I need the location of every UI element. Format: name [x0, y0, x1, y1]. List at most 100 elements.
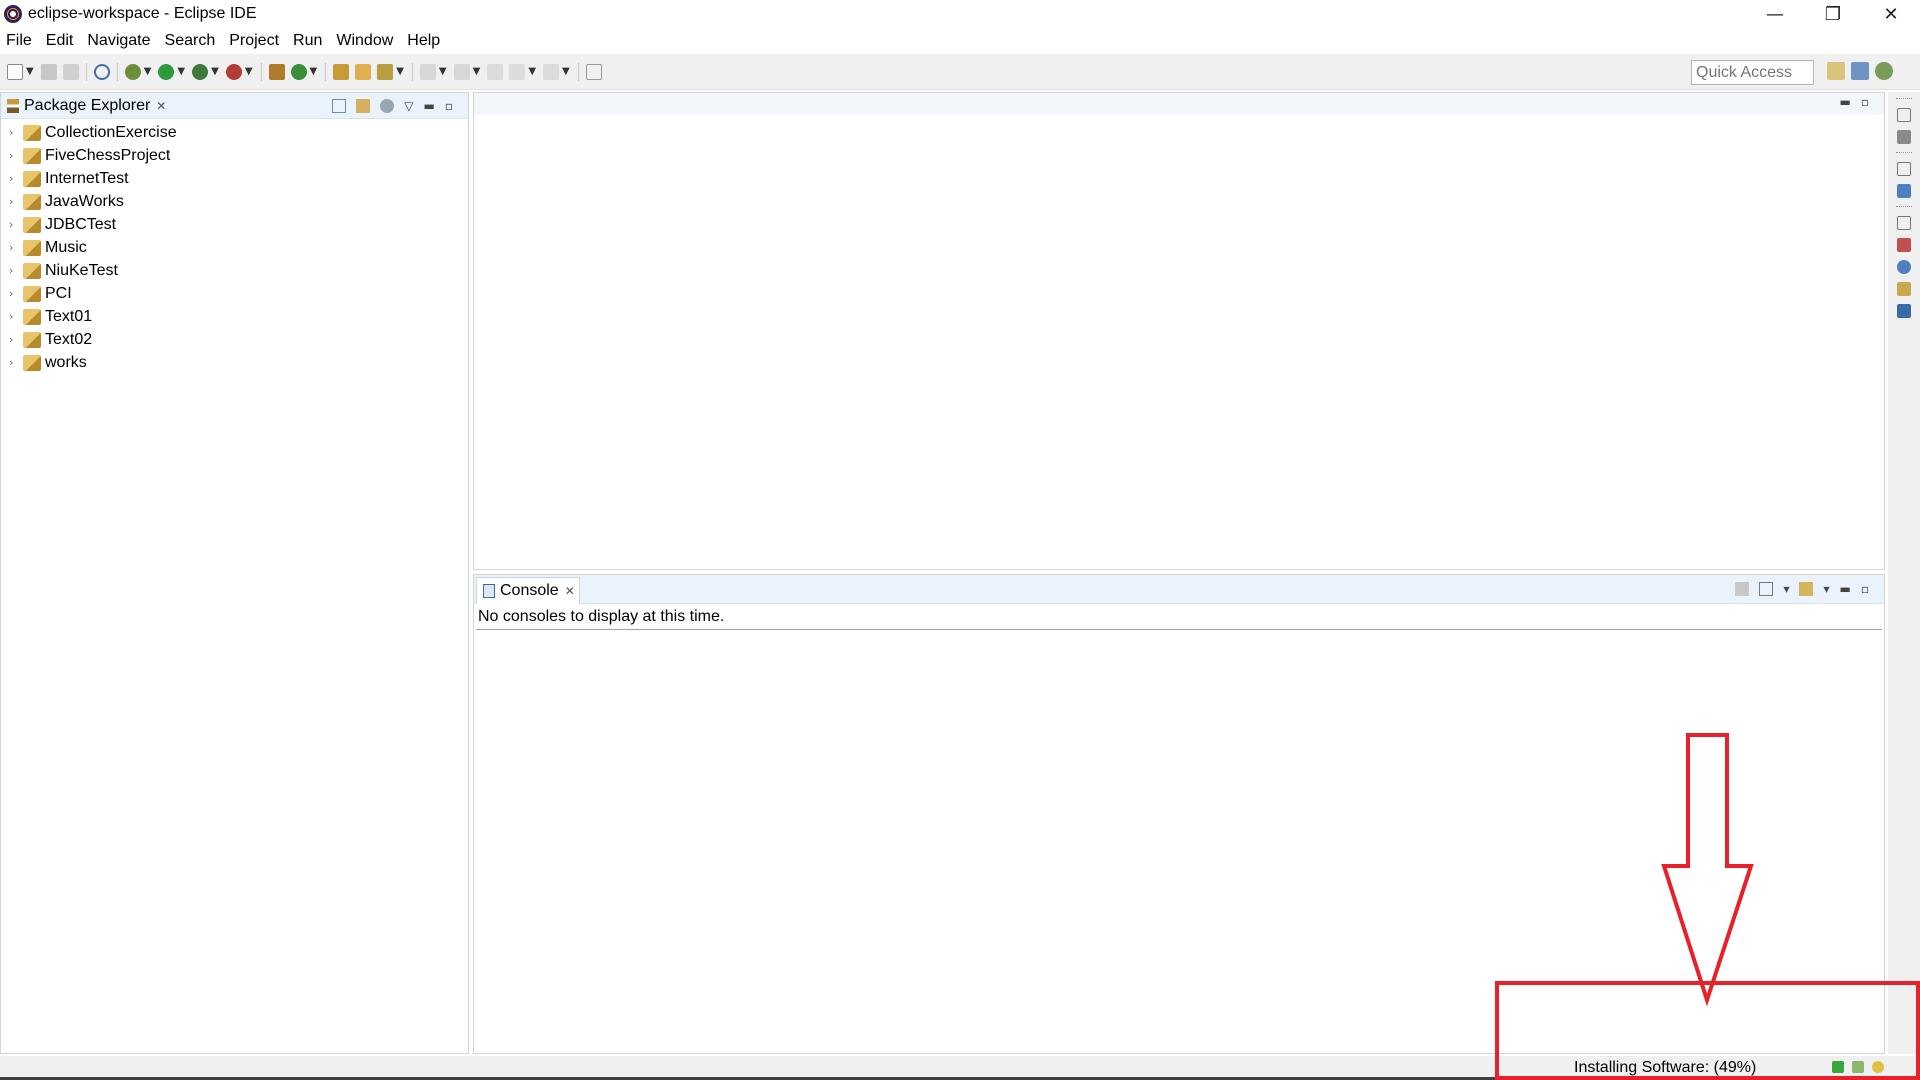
maximize-view-icon[interactable]: ▫: [1861, 582, 1869, 596]
menu-run[interactable]: Run: [293, 32, 322, 50]
menu-help[interactable]: Help: [407, 32, 440, 50]
save-all-icon[interactable]: [62, 63, 79, 80]
task-list-icon[interactable]: [1897, 130, 1911, 144]
close-button[interactable]: ✕: [1862, 0, 1920, 28]
progress-view-icon[interactable]: [1852, 1061, 1864, 1073]
java-perspective-icon[interactable]: [1851, 62, 1869, 80]
external-tools-icon[interactable]: [225, 63, 242, 80]
close-icon[interactable]: ✕: [565, 584, 575, 598]
chevron-right-icon[interactable]: ›: [9, 333, 23, 346]
run-icon[interactable]: [158, 63, 175, 80]
restore-icon[interactable]: [1897, 216, 1911, 230]
forward-icon[interactable]: [543, 63, 560, 80]
chevron-right-icon[interactable]: ›: [9, 356, 23, 369]
tree-item[interactable]: › Text02: [1, 328, 468, 351]
menu-file[interactable]: File: [6, 32, 32, 50]
chevron-down-icon[interactable]: ▼: [396, 66, 404, 77]
chevron-right-icon[interactable]: ›: [9, 218, 23, 231]
chevron-down-icon[interactable]: ▼: [310, 66, 318, 77]
chevron-right-icon[interactable]: ›: [9, 287, 23, 300]
package-explorer-tab[interactable]: Package Explorer: [24, 97, 150, 115]
chevron-down-icon[interactable]: ▼: [245, 66, 253, 77]
java-project-icon: [23, 193, 41, 210]
close-icon[interactable]: ✕: [156, 99, 166, 113]
minimize-view-icon[interactable]: ▬: [1840, 582, 1851, 596]
chevron-right-icon[interactable]: ›: [9, 195, 23, 208]
display-console-icon[interactable]: [1759, 582, 1774, 596]
chevron-down-icon[interactable]: ▼: [26, 66, 34, 77]
javadoc-icon[interactable]: [1897, 260, 1911, 274]
restore-icon[interactable]: [1897, 162, 1911, 176]
maximize-button[interactable]: ❐: [1804, 0, 1862, 28]
open-type-icon[interactable]: [333, 63, 350, 80]
tree-item[interactable]: › JavaWorks: [1, 190, 468, 213]
tree-item[interactable]: › works: [1, 351, 468, 374]
view-menu-icon[interactable]: ▽: [404, 99, 413, 113]
open-console-icon[interactable]: [1799, 582, 1814, 596]
problems-icon[interactable]: [1897, 238, 1911, 252]
debug-icon[interactable]: [124, 63, 141, 80]
minimize-button[interactable]: —: [1746, 0, 1804, 28]
tree-item[interactable]: › CollectionExercise: [1, 121, 468, 144]
maximize-view-icon[interactable]: ▫: [445, 99, 453, 113]
console-tab[interactable]: Console ✕: [476, 577, 580, 604]
chevron-down-icon[interactable]: ▼: [177, 66, 185, 77]
chevron-down-icon[interactable]: ▾: [1823, 582, 1829, 596]
tree-item[interactable]: › Text01: [1, 305, 468, 328]
maximize-view-icon[interactable]: ▫: [1861, 95, 1869, 109]
chevron-down-icon[interactable]: ▼: [528, 66, 536, 77]
menu-window[interactable]: Window: [336, 32, 393, 50]
focus-icon[interactable]: [380, 99, 395, 113]
chevron-right-icon[interactable]: ›: [9, 310, 23, 323]
chevron-down-icon[interactable]: ▼: [144, 66, 152, 77]
new-class-icon[interactable]: [290, 63, 307, 80]
chevron-right-icon[interactable]: ›: [9, 264, 23, 277]
menu-edit[interactable]: Edit: [46, 32, 74, 50]
tree-item[interactable]: › InternetTest: [1, 167, 468, 190]
menu-navigate[interactable]: Navigate: [87, 32, 150, 50]
outline-icon[interactable]: [1897, 184, 1911, 198]
pin-console-icon[interactable]: [1735, 582, 1750, 596]
new-java-project-icon[interactable]: [268, 63, 285, 80]
tree-item[interactable]: › Music: [1, 236, 468, 259]
tree-item[interactable]: › NiuKeTest: [1, 259, 468, 282]
chevron-right-icon[interactable]: ›: [9, 172, 23, 185]
back-icon[interactable]: [509, 63, 526, 80]
console-icon[interactable]: [1897, 304, 1911, 318]
search-icon[interactable]: [377, 63, 394, 80]
last-edit-icon[interactable]: [487, 63, 504, 80]
tree-item[interactable]: › JDBCTest: [1, 213, 468, 236]
minimize-view-icon[interactable]: ▬: [424, 99, 435, 113]
chevron-down-icon[interactable]: ▼: [439, 66, 447, 77]
tree-item[interactable]: › FiveChessProject: [1, 144, 468, 167]
chevron-right-icon[interactable]: ›: [9, 149, 23, 162]
skip-breakpoints-icon[interactable]: [93, 63, 110, 80]
save-icon[interactable]: [40, 63, 57, 80]
tip-icon[interactable]: [1872, 1061, 1884, 1073]
link-with-editor-icon[interactable]: [356, 99, 371, 113]
debug-perspective-icon[interactable]: [1875, 62, 1893, 80]
progress-icon[interactable]: [1832, 1061, 1844, 1073]
menu-search[interactable]: Search: [165, 32, 216, 50]
minimize-view-icon[interactable]: ▬: [1840, 95, 1851, 109]
chevron-right-icon[interactable]: ›: [9, 241, 23, 254]
restore-icon[interactable]: [1897, 108, 1911, 122]
coverage-icon[interactable]: [192, 63, 209, 80]
chevron-right-icon[interactable]: ›: [9, 126, 23, 139]
open-perspective-icon[interactable]: [1827, 62, 1845, 80]
new-file-icon[interactable]: [7, 63, 23, 80]
menu-project[interactable]: Project: [229, 32, 279, 50]
chevron-down-icon[interactable]: ▼: [473, 66, 481, 77]
tree-item[interactable]: › PCI: [1, 282, 468, 305]
chevron-down-icon[interactable]: ▾: [1783, 582, 1789, 596]
progress-status-text[interactable]: Installing Software: (49%): [1574, 1059, 1756, 1077]
collapse-all-icon[interactable]: [332, 99, 347, 113]
quick-access-input[interactable]: [1691, 60, 1814, 85]
declaration-icon[interactable]: [1897, 282, 1911, 296]
previous-annotation-icon[interactable]: [453, 63, 470, 80]
chevron-down-icon[interactable]: ▼: [211, 66, 219, 77]
chevron-down-icon[interactable]: ▼: [562, 66, 570, 77]
pin-editor-icon[interactable]: [585, 63, 602, 80]
open-folder-icon[interactable]: [355, 63, 372, 80]
next-annotation-icon[interactable]: [419, 63, 436, 80]
